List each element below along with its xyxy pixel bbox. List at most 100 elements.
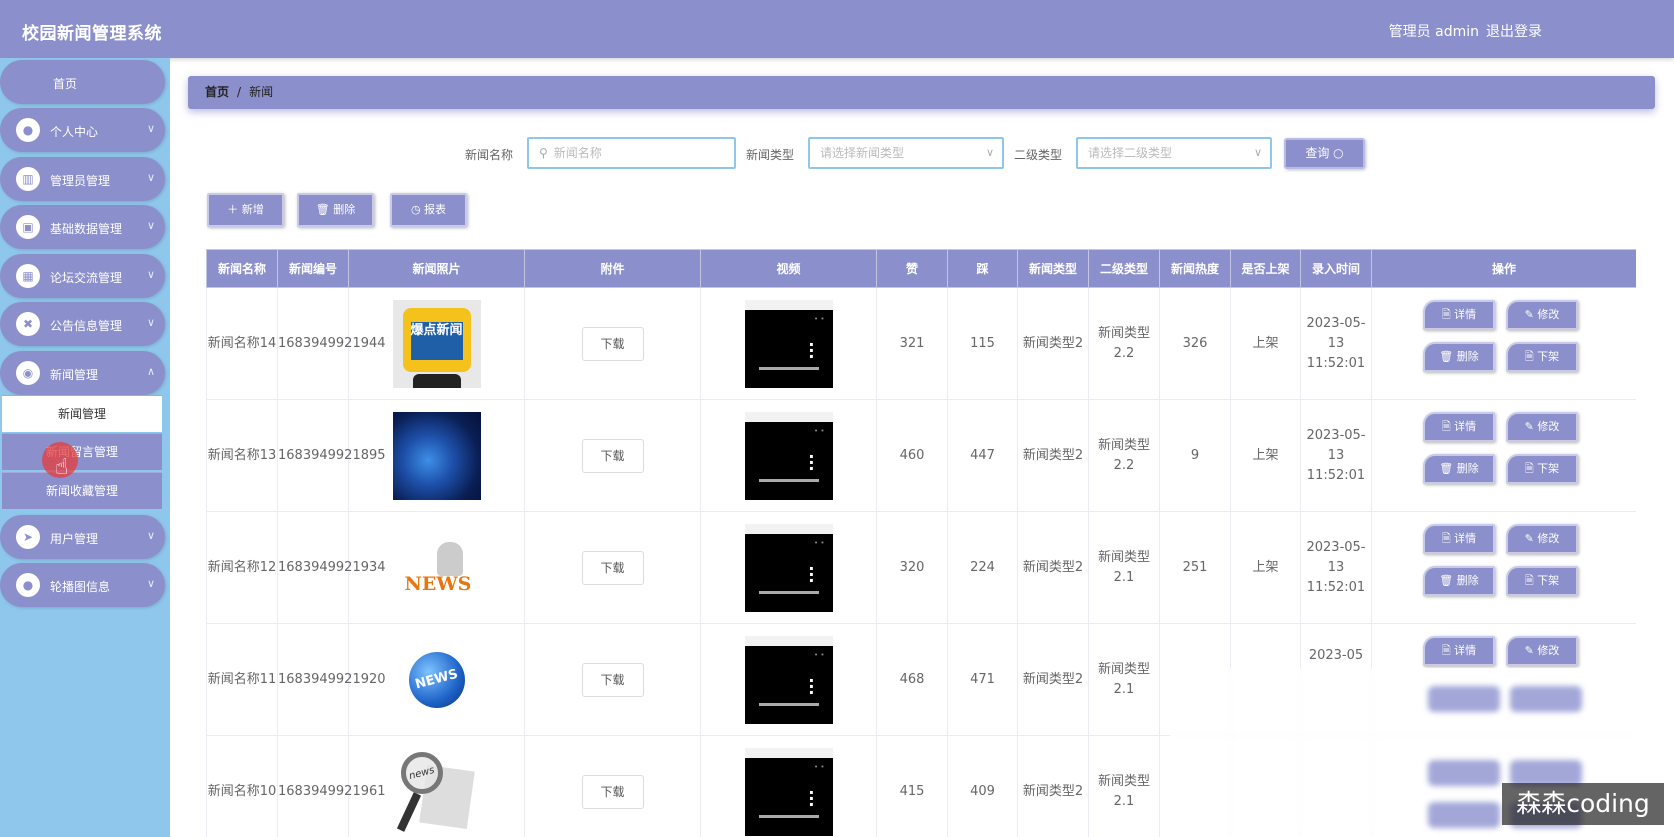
cell-news-code: 1683949921961 [277, 735, 386, 837]
download-button[interactable]: 下载 [581, 550, 644, 585]
sidebar-item-home[interactable]: 首页 [0, 60, 165, 104]
more-options-icon[interactable]: · · · [808, 560, 814, 588]
breadcrumb-home[interactable]: 首页 [205, 85, 229, 99]
edit-button[interactable]: ✎ 修改 [1506, 635, 1578, 666]
watermark: 森森coding [1502, 783, 1664, 825]
clipboard-icon: ▣ [16, 215, 40, 239]
more-options-icon[interactable]: · · · [808, 336, 814, 364]
video-progress-bar[interactable] [758, 590, 819, 594]
blurred-button [1510, 686, 1582, 712]
send-icon: ➤ [16, 525, 40, 549]
subtype-label: 二级类型 [1014, 148, 1063, 162]
offshelf-button[interactable]: 🗎 下架 [1506, 565, 1578, 596]
offshelf-button[interactable]: 🗎 下架 [1506, 453, 1578, 484]
video-indicator-icon: • • [814, 314, 825, 323]
news-photo-thumbnail[interactable]: news [392, 747, 481, 836]
row-actions: 🗎 详情 ✎ 修改 🗑 删除 🗎 下架 [1423, 411, 1585, 500]
video-progress-bar[interactable] [758, 366, 819, 370]
column-header: 新闻照片 [348, 249, 525, 288]
detail-button[interactable]: 🗎 详情 [1423, 635, 1495, 666]
more-options-icon[interactable]: · · · [808, 784, 814, 812]
ticket-icon: ✖ [16, 312, 40, 336]
delete-row-button[interactable]: 🗑 删除 [1423, 565, 1495, 596]
cell-ops: 🗎 详情 ✎ 修改 🗑 删除 🗎 下架 [1371, 399, 1636, 512]
sidebar-item-forum[interactable]: ▦ 论坛交流管理 ∨ [0, 254, 165, 298]
video-indicator-icon: • • [814, 426, 825, 435]
video-indicator-icon: • • [814, 538, 825, 547]
query-button[interactable]: 查询 ○ [1284, 138, 1365, 169]
sidebar-item-carousel[interactable]: ● 轮播图信息 ∨ [0, 563, 165, 607]
breadcrumb-separator: / [237, 85, 242, 99]
news-type-placeholder: 请选择新闻类型 [820, 146, 905, 160]
photo-shape [412, 373, 461, 388]
hand-cursor-icon: ☝ [55, 455, 69, 480]
news-photo-thumbnail[interactable]: 爆点新闻 [392, 299, 481, 388]
cell-likes: 320 [876, 511, 948, 624]
sidebar-item-basic-data[interactable]: ▣ 基础数据管理 ∨ [0, 205, 165, 249]
video-progress-bar[interactable] [758, 814, 819, 818]
logout-link[interactable]: 退出登录 [1486, 21, 1542, 41]
video-progress-bar[interactable] [758, 478, 819, 482]
add-button[interactable]: ＋ 新增 [207, 193, 284, 227]
cell-type: 新闻类型2 [1017, 287, 1089, 400]
chevron-down-icon: ∨ [146, 122, 155, 135]
edit-button[interactable]: ✎ 修改 [1506, 299, 1578, 330]
subtype-select[interactable]: 请选择二级类型 ∨ [1076, 137, 1272, 169]
sidebar-item-announcement[interactable]: ✖ 公告信息管理 ∨ [0, 302, 165, 346]
sidebar-item-label: 基础数据管理 [50, 222, 123, 236]
cell-subtype: 新闻类型2.2 [1088, 399, 1160, 512]
download-button[interactable]: 下载 [581, 438, 644, 473]
news-photo-thumbnail[interactable]: NEWS [392, 523, 481, 612]
cell-news-name: 新闻名称11 [206, 623, 278, 736]
sidebar-item-admin-management[interactable]: ▥ 管理员管理 ∨ [0, 157, 165, 201]
news-name-input[interactable]: ⚲ 新闻名称 [527, 137, 736, 169]
sidebar-item-news-management[interactable]: ◉ 新闻管理 ∧ [0, 351, 165, 395]
edit-button[interactable]: ✎ 修改 [1506, 411, 1578, 442]
chevron-down-icon: ∨ [1253, 146, 1262, 159]
sidebar-item-user-management[interactable]: ➤ 用户管理 ∨ [0, 515, 165, 559]
news-type-select[interactable]: 请选择新闻类型 ∨ [808, 137, 1004, 169]
submenu-news-comments[interactable]: 新闻留言管理 [2, 433, 162, 470]
cell-likes: 468 [876, 623, 948, 736]
book-icon: ▥ [16, 167, 40, 191]
video-progress-bar[interactable] [758, 702, 819, 706]
chevron-up-icon: ∧ [146, 365, 155, 378]
detail-button[interactable]: 🗎 详情 [1423, 411, 1495, 442]
submenu-news-favorites[interactable]: 新闻收藏管理 [2, 472, 162, 509]
column-header: 操作 [1371, 249, 1636, 288]
sidebar-item-personal-center[interactable]: ● 个人中心 ∨ [0, 108, 165, 152]
submenu-news-management[interactable]: 新闻管理 [2, 395, 162, 432]
cell-time: 2023-05-13 11:52:01 [1300, 399, 1372, 512]
news-photo-thumbnail[interactable] [392, 411, 481, 500]
more-options-icon[interactable]: · · · [808, 672, 814, 700]
table-row: 新闻名称12 1683949921934 NEWS 下载 • • · · · 320 … [206, 511, 1636, 624]
breadcrumb-current: 新闻 [249, 85, 274, 99]
offshelf-button[interactable]: 🗎 下架 [1506, 341, 1578, 372]
video-player[interactable]: • • · · · [744, 299, 833, 388]
report-button[interactable]: ◷ 报表 [390, 193, 467, 227]
search-icon: ⚲ [539, 146, 548, 160]
video-player[interactable]: • • · · · [744, 523, 833, 612]
download-button[interactable]: 下载 [581, 774, 644, 809]
video-player[interactable]: • • · · · [744, 411, 833, 500]
video-player[interactable]: • • · · · [744, 635, 833, 724]
more-options-icon[interactable]: · · · [808, 448, 814, 476]
cell-news-name: 新闻名称12 [206, 511, 278, 624]
chevron-down-icon: ∨ [146, 268, 155, 281]
delete-row-button[interactable]: 🗑 删除 [1423, 341, 1495, 372]
cell-news-name: 新闻名称10 [206, 735, 278, 837]
download-button[interactable]: 下载 [581, 662, 644, 697]
cell-attachment: 下载 [524, 735, 701, 837]
video-player[interactable]: • • · · · [744, 747, 833, 836]
cell-shelf: 上架 [1230, 511, 1301, 624]
column-header: 新闻类型 [1017, 249, 1089, 288]
delete-row-button[interactable]: 🗑 删除 [1423, 453, 1495, 484]
row-actions: 🗎 详情 ✎ 修改 🗑 删除 🗎 下架 [1423, 299, 1585, 388]
detail-button[interactable]: 🗎 详情 [1423, 299, 1495, 330]
detail-button[interactable]: 🗎 详情 [1423, 523, 1495, 554]
delete-button[interactable]: 🗑 删除 [297, 193, 374, 227]
news-photo-thumbnail[interactable]: NEWS [392, 635, 481, 724]
edit-button[interactable]: ✎ 修改 [1506, 523, 1578, 554]
download-button[interactable]: 下载 [581, 326, 644, 361]
chevron-down-icon: ∨ [146, 171, 155, 184]
